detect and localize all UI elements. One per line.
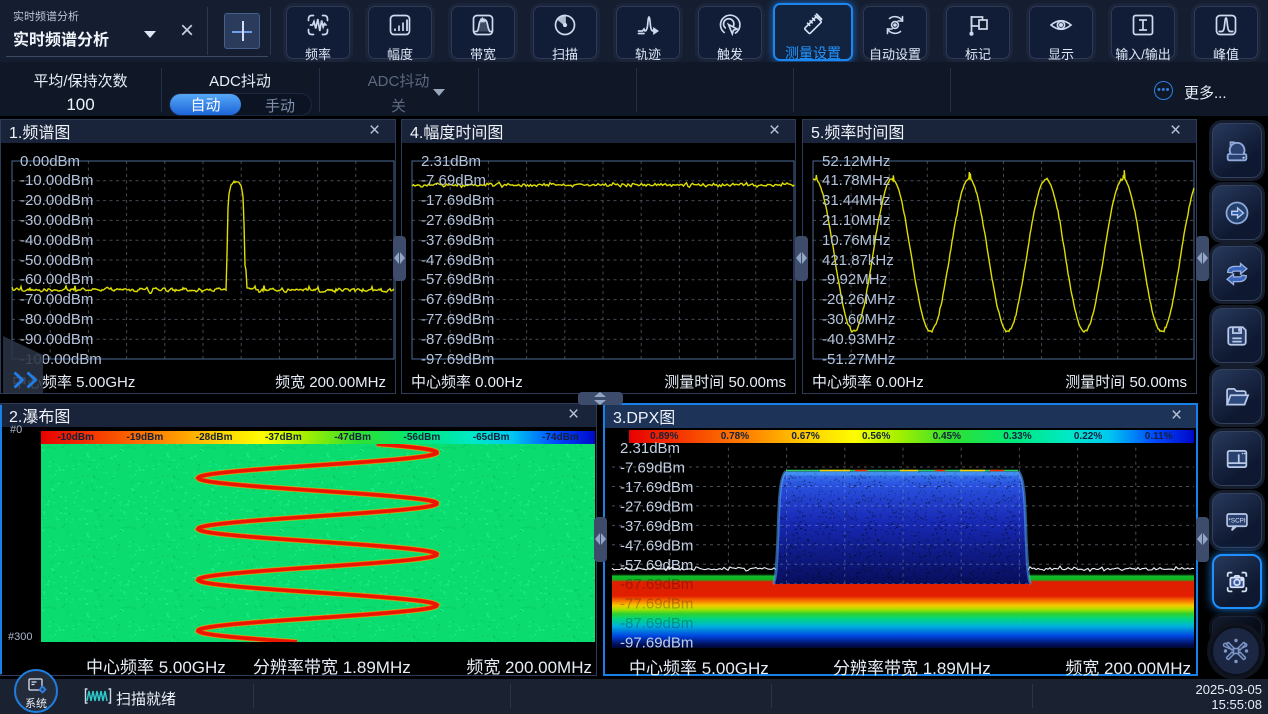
- svg-text:-7.69dBm: -7.69dBm: [620, 459, 685, 476]
- svg-text:-57.69dBm: -57.69dBm: [620, 557, 693, 574]
- svg-text:*SCPI: *SCPI: [1228, 517, 1245, 524]
- svg-text:-77.69dBm: -77.69dBm: [620, 596, 693, 613]
- svg-text:2.31dBm: 2.31dBm: [620, 440, 680, 457]
- svg-text:-67.69dBm: -67.69dBm: [620, 576, 693, 593]
- svg-text:-27.69dBm: -27.69dBm: [620, 498, 693, 515]
- svg-text:-97.69dBm: -97.69dBm: [620, 635, 693, 652]
- svg-text:-17.69dBm: -17.69dBm: [620, 479, 693, 496]
- svg-text:-47.69dBm: -47.69dBm: [620, 537, 693, 554]
- svg-text:-87.69dBm: -87.69dBm: [620, 615, 693, 632]
- svg-text:-37.69dBm: -37.69dBm: [620, 518, 693, 535]
